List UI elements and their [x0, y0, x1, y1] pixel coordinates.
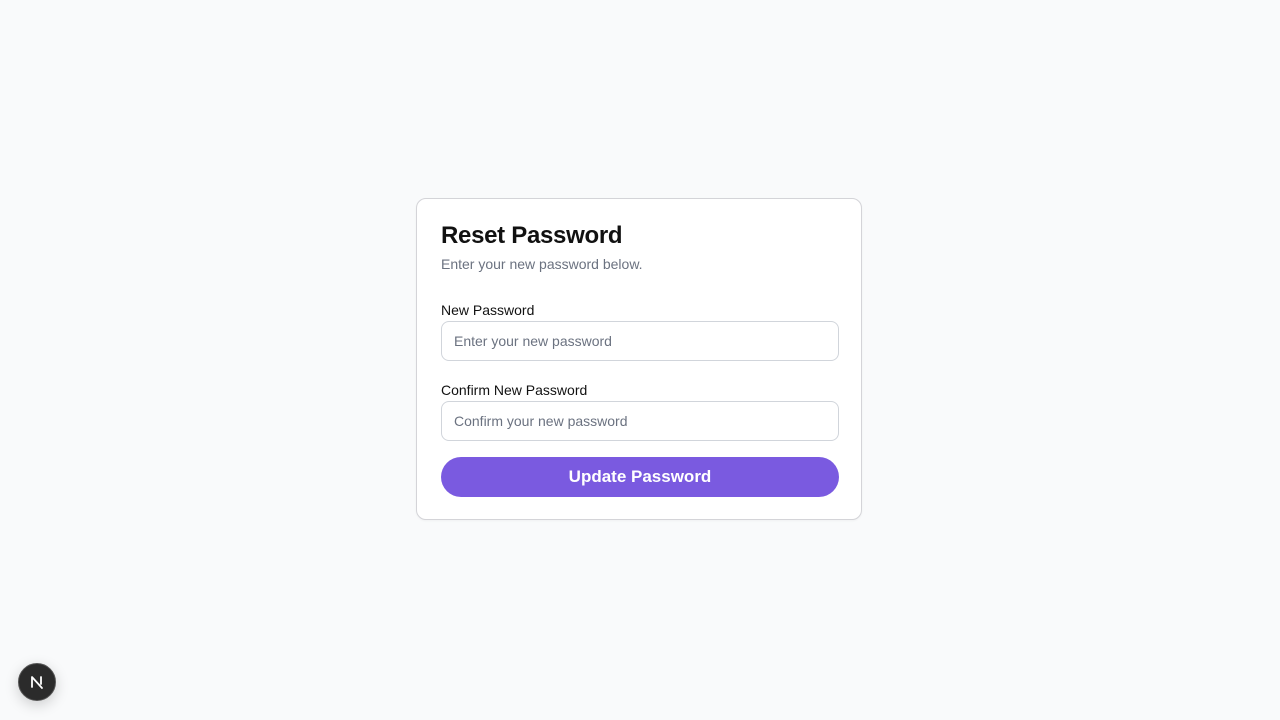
page-subtitle: Enter your new password below. — [441, 256, 643, 272]
reset-password-page: Reset Password Enter your new password b… — [0, 0, 1280, 720]
page-title: Reset Password — [441, 222, 623, 249]
new-password-input[interactable] — [441, 321, 839, 361]
reset-password-card: Reset Password Enter your new password b… — [416, 198, 862, 520]
update-password-button[interactable]: Update Password — [441, 457, 839, 497]
confirm-password-label: Confirm New Password — [441, 382, 588, 398]
confirm-password-input[interactable] — [441, 401, 839, 441]
nextjs-dev-badge[interactable] — [18, 663, 56, 701]
new-password-label: New Password — [441, 302, 535, 318]
nextjs-logo-icon — [31, 676, 43, 689]
